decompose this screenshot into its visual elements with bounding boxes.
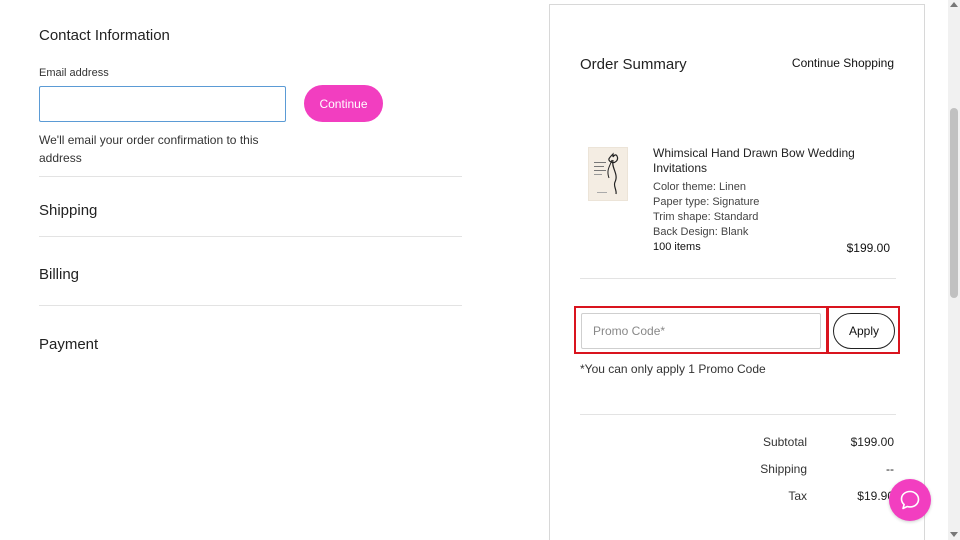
divider [580, 278, 896, 279]
order-summary-panel: Order Summary Continue Shopping Whimsica… [549, 4, 925, 540]
product-option: Trim shape: Standard [653, 211, 759, 223]
divider [39, 236, 462, 237]
shipping-value: -- [886, 462, 894, 476]
billing-section-heading[interactable]: Billing [39, 266, 79, 283]
chat-button[interactable] [889, 479, 931, 521]
contact-information-heading: Contact Information [39, 27, 170, 44]
shipping-label: Shipping [760, 462, 807, 476]
continue-shopping-link[interactable]: Continue Shopping [792, 56, 894, 70]
product-quantity: 100 items [653, 241, 701, 253]
payment-section-heading[interactable]: Payment [39, 336, 98, 353]
scroll-thumb[interactable] [950, 108, 958, 298]
promo-note: *You can only apply 1 Promo Code [580, 362, 766, 376]
email-label: Email address [39, 67, 109, 79]
subtotal-label: Subtotal [762, 435, 807, 449]
product-option: Paper type: Signature [653, 196, 760, 208]
product-name: Whimsical Hand Drawn Bow Wedding Invitat… [653, 146, 855, 175]
product-thumbnail [588, 147, 628, 201]
product-option: Back Design: Blank [653, 226, 749, 238]
divider [580, 414, 896, 415]
tax-label: Tax [788, 489, 807, 503]
product-price: $199.00 [846, 241, 890, 255]
divider [39, 176, 462, 177]
divider [39, 305, 462, 306]
order-summary-title: Order Summary [580, 56, 687, 73]
page-scrollbar[interactable] [948, 0, 960, 540]
bow-invitation-image [589, 148, 627, 200]
product-option: Color theme: Linen [653, 181, 746, 193]
email-input[interactable] [39, 86, 286, 122]
apply-promo-button[interactable]: Apply [833, 313, 895, 349]
shipping-section-heading[interactable]: Shipping [39, 202, 97, 219]
scroll-up-arrow-icon[interactable] [950, 2, 958, 7]
chat-bubble-icon [900, 490, 920, 510]
continue-button[interactable]: Continue [304, 85, 383, 122]
email-note: We'll email your order confirmation to t… [39, 133, 259, 165]
promo-code-input[interactable] [581, 313, 821, 349]
scroll-down-arrow-icon[interactable] [950, 532, 958, 537]
subtotal-value: $199.00 [850, 435, 894, 449]
